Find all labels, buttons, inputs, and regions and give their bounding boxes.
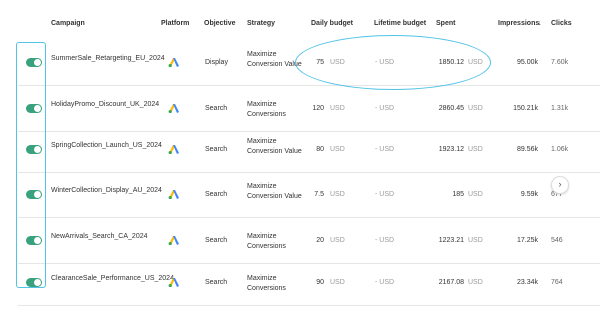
header-daily-budget[interactable]: Daily budget <box>311 20 353 27</box>
table-row[interactable]: ClearanceSale_Performance_US_2024 Search… <box>18 260 600 306</box>
daily-budget-value[interactable]: 20 <box>290 237 324 244</box>
scroll-right-button[interactable]: › <box>551 176 569 194</box>
spent-currency: USD <box>468 105 483 112</box>
daily-budget-value[interactable]: 80 <box>290 146 324 153</box>
google-ads-icon <box>168 144 180 155</box>
daily-budget-currency: USD <box>330 279 345 286</box>
table-row[interactable]: NewArrivals_Search_CA_2024 Search Maximi… <box>18 218 600 264</box>
spent-currency: USD <box>468 191 483 198</box>
spent-currency: USD <box>468 237 483 244</box>
daily-budget-value[interactable]: 7.5 <box>290 191 324 198</box>
spent-value: 1923.12 <box>438 146 464 153</box>
google-ads-icon <box>168 103 180 114</box>
clicks-value: 764 <box>551 279 563 286</box>
google-ads-icon <box>168 189 180 200</box>
campaign-objective: Search <box>205 191 228 198</box>
daily-budget-currency: USD <box>330 191 345 198</box>
clicks-value: 7.60k <box>551 59 569 66</box>
campaign-objective: Search <box>205 237 228 244</box>
spent-value: 2167.08 <box>438 279 464 286</box>
table-row[interactable]: WinterCollection_Display_AU_2024 Search … <box>18 172 600 218</box>
header-platform[interactable]: Platform <box>161 20 189 27</box>
campaign-objective: Search <box>205 279 228 286</box>
campaign-name[interactable]: HolidayPromo_Discount_UK_2024 <box>51 100 159 110</box>
spent-currency: USD <box>468 146 483 153</box>
impressions-value: 89.56k <box>516 146 538 153</box>
header-clicks[interactable]: Clicks <box>551 20 572 27</box>
daily-budget-currency: USD <box>330 237 345 244</box>
impressions-value: 17.25k <box>516 237 538 244</box>
impressions-value: 150.21k <box>513 105 538 112</box>
impressions-value: 9.59k <box>520 191 538 198</box>
table-row[interactable]: HolidayPromo_Discount_UK_2024 Search Max… <box>18 86 600 132</box>
google-ads-icon <box>168 57 180 68</box>
spent-value: 185 <box>452 191 464 198</box>
header-campaign[interactable]: Campaign <box>51 20 85 27</box>
lifetime-budget-value[interactable]: - USD <box>375 146 394 153</box>
budget-highlight-ellipse <box>295 35 491 90</box>
clicks-value: 546 <box>551 237 563 244</box>
spent-value: 1223.21 <box>438 237 464 244</box>
impressions-value: 23.34k <box>516 279 538 286</box>
campaign-name[interactable]: WinterCollection_Display_AU_2024 <box>51 186 162 196</box>
header-strategy[interactable]: Strategy <box>247 20 275 27</box>
header-spent[interactable]: Spent <box>436 20 455 27</box>
spent-currency: USD <box>468 279 483 286</box>
table-header: Campaign Platform Objective Strategy Dai… <box>18 12 600 40</box>
header-impressions[interactable]: Impressions <box>498 20 539 27</box>
lifetime-budget-value[interactable]: - USD <box>375 191 394 198</box>
daily-budget-value[interactable]: 90 <box>290 279 324 286</box>
google-ads-icon <box>168 277 180 288</box>
sort-down-icon[interactable]: ↓ <box>538 20 542 27</box>
impressions-value: 95.00k <box>516 59 538 66</box>
daily-budget-currency: USD <box>330 105 345 112</box>
daily-budget-value[interactable]: 120 <box>290 105 324 112</box>
campaign-objective: Search <box>205 105 228 112</box>
clicks-value: 1.06k <box>551 146 569 153</box>
spent-value: 2860.45 <box>438 105 464 112</box>
table-row[interactable]: SpringCollection_Launch_US_2024 Search M… <box>18 127 600 173</box>
campaign-name[interactable]: SummerSale_Retargeting_EU_2024 <box>51 54 165 64</box>
campaign-name[interactable]: ClearanceSale_Performance_US_2024 <box>51 274 174 284</box>
daily-budget-currency: USD <box>330 146 345 153</box>
lifetime-budget-value[interactable]: - USD <box>375 105 394 112</box>
campaign-name[interactable]: NewArrivals_Search_CA_2024 <box>51 232 148 242</box>
google-ads-icon <box>168 235 180 246</box>
toggle-column-highlight <box>16 42 46 288</box>
campaign-objective: Search <box>205 146 228 153</box>
campaign-name[interactable]: SpringCollection_Launch_US_2024 <box>51 141 162 151</box>
header-lifetime-budget[interactable]: Lifetime budget <box>374 20 426 27</box>
lifetime-budget-value[interactable]: - USD <box>375 279 394 286</box>
lifetime-budget-value[interactable]: - USD <box>375 237 394 244</box>
header-objective[interactable]: Objective <box>204 20 236 27</box>
clicks-value: 1.31k <box>551 105 569 112</box>
campaign-objective: Display <box>205 59 228 66</box>
